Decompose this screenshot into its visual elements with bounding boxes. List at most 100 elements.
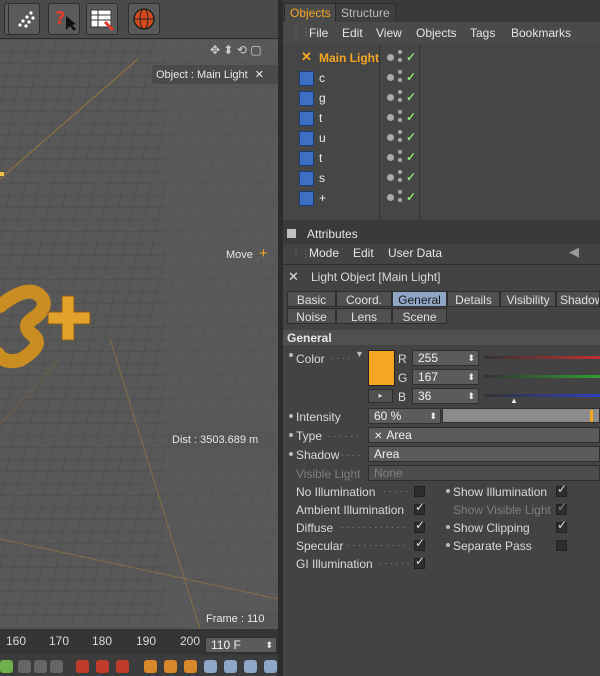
enabled-check-icon[interactable]: ✓ xyxy=(406,50,416,64)
anim-dot[interactable] xyxy=(446,543,450,547)
g-slider[interactable] xyxy=(484,375,600,378)
visible-light-dropdown[interactable]: None xyxy=(368,465,600,481)
next-frame-icon[interactable] xyxy=(34,660,47,673)
leader-dots: . . . . . xyxy=(383,484,409,495)
intensity-slider[interactable] xyxy=(442,408,600,423)
enabled-check-icon[interactable]: ✓ xyxy=(406,170,416,184)
tab-lens[interactable]: Lens xyxy=(336,308,392,324)
timeline-menu-icon[interactable] xyxy=(264,660,277,673)
maximize-icon[interactable]: ▢ xyxy=(250,43,261,57)
point-key-icon[interactable] xyxy=(244,660,257,673)
visibility-dots[interactable]: ✓ xyxy=(384,188,416,208)
visibility-dots[interactable]: ✓ xyxy=(384,168,416,188)
menu-objects[interactable]: Objects xyxy=(416,26,457,40)
enabled-check-icon[interactable]: ✓ xyxy=(406,90,416,104)
render-settings-icon[interactable] xyxy=(86,3,118,35)
stepper-icon[interactable]: ⬍ xyxy=(467,351,475,365)
viewport[interactable] xyxy=(0,39,278,629)
anim-dot[interactable] xyxy=(289,414,293,418)
leader-dots: . . . . xyxy=(331,351,351,362)
shadow-dropdown[interactable]: Area xyxy=(368,446,600,462)
move-key-icon[interactable] xyxy=(144,660,157,673)
anim-dot[interactable] xyxy=(289,433,293,437)
pla-key-icon[interactable] xyxy=(224,660,237,673)
3d-text-object[interactable] xyxy=(0,264,110,384)
enabled-check-icon[interactable]: ✓ xyxy=(406,70,416,84)
anim-dot[interactable] xyxy=(289,452,293,456)
intensity-field[interactable]: 60 % ⬍ xyxy=(368,408,441,424)
menu-tags[interactable]: Tags xyxy=(470,26,495,40)
menu-view[interactable]: View xyxy=(376,26,402,40)
record-icon[interactable] xyxy=(76,660,89,673)
go-to-end-icon[interactable] xyxy=(50,660,63,673)
enabled-check-icon[interactable]: ✓ xyxy=(406,130,416,144)
check-icon: ✓ xyxy=(557,482,568,496)
g-field[interactable]: 167 ⬍ xyxy=(412,369,479,385)
anim-dot[interactable] xyxy=(446,525,450,529)
color-picker-toggle[interactable]: ▸ xyxy=(368,389,393,403)
tab-basic[interactable]: Basic xyxy=(287,291,336,307)
b-field[interactable]: 36 ⬍ xyxy=(412,388,479,404)
visibility-dots[interactable]: ✓ xyxy=(384,88,416,108)
light-handle[interactable] xyxy=(0,172,4,176)
r-slider[interactable] xyxy=(484,356,600,359)
back-arrow-icon[interactable]: ◀ xyxy=(569,244,579,260)
menu-mode[interactable]: Mode xyxy=(309,246,339,260)
check-icon: ✓ xyxy=(415,554,426,568)
enabled-check-icon[interactable]: ✓ xyxy=(406,150,416,164)
tab-scene[interactable]: Scene xyxy=(392,308,447,324)
anim-dot[interactable] xyxy=(289,353,293,357)
r-field[interactable]: 255 ⬍ xyxy=(412,350,479,366)
zoom-icon[interactable]: ⬍ xyxy=(223,43,233,57)
param-key-icon[interactable] xyxy=(204,660,217,673)
help-cursor-icon[interactable]: ? xyxy=(48,3,80,35)
menu-edit[interactable]: Edit xyxy=(353,246,374,260)
scale-key-icon[interactable] xyxy=(164,660,177,673)
stepper-icon[interactable]: ⬍ xyxy=(467,389,475,403)
slider-marker-icon[interactable]: ▲ xyxy=(510,396,518,405)
object-title: Light Object [Main Light] xyxy=(311,270,441,284)
menu-bookmarks[interactable]: Bookmarks xyxy=(511,26,571,40)
ruler-tick: 200 xyxy=(180,634,201,648)
tab-objects[interactable]: Objects xyxy=(284,3,337,22)
b-slider[interactable] xyxy=(484,394,600,397)
rotate-icon[interactable]: ⟲ xyxy=(237,43,247,57)
intensity-slider-handle[interactable] xyxy=(590,410,593,422)
autokey-icon[interactable] xyxy=(96,660,109,673)
show-illumination-label: Show Illumination xyxy=(453,485,548,499)
play-icon[interactable] xyxy=(0,660,13,673)
pan-icon[interactable]: ✥ xyxy=(210,43,220,57)
tab-details[interactable]: Details xyxy=(447,291,500,307)
rotate-key-icon[interactable] xyxy=(184,660,197,673)
visibility-dots[interactable]: ✓ xyxy=(384,148,416,168)
stepper-icon[interactable]: ⬍ xyxy=(429,409,437,423)
keyframe-selection-icon[interactable] xyxy=(116,660,129,673)
anim-dot[interactable] xyxy=(446,489,450,493)
menu-file[interactable]: File xyxy=(309,26,328,40)
current-frame-field[interactable]: 110 F ⬍ xyxy=(205,637,277,653)
visibility-dots[interactable]: ✓ xyxy=(384,48,416,68)
menu-user-data[interactable]: User Data xyxy=(388,246,442,260)
visibility-dots[interactable]: ✓ xyxy=(384,108,416,128)
enabled-check-icon[interactable]: ✓ xyxy=(406,110,416,124)
tab-coord[interactable]: Coord. xyxy=(336,291,392,307)
visibility-dots[interactable]: ✓ xyxy=(384,68,416,88)
tab-structure[interactable]: Structure xyxy=(335,3,396,22)
stepper-icon[interactable]: ⬍ xyxy=(467,370,475,384)
visibility-dots[interactable]: ✓ xyxy=(384,128,416,148)
particle-tool-icon[interactable] xyxy=(8,3,40,35)
globe-icon[interactable] xyxy=(128,3,160,35)
no-illumination-checkbox[interactable] xyxy=(414,486,425,497)
tab-noise[interactable]: Noise xyxy=(287,308,336,324)
tab-general[interactable]: General xyxy=(392,291,447,307)
type-dropdown[interactable]: ✕ Area xyxy=(368,427,600,443)
menu-edit[interactable]: Edit xyxy=(342,26,363,40)
enabled-check-icon[interactable]: ✓ xyxy=(406,190,416,204)
separate-pass-checkbox[interactable] xyxy=(556,540,567,551)
color-swatch[interactable] xyxy=(368,350,395,386)
tab-shadow[interactable]: Shadow xyxy=(556,291,600,307)
type-label: Type xyxy=(296,429,323,443)
tab-visibility[interactable]: Visibility xyxy=(500,291,556,307)
expand-triangle-icon[interactable]: ▼ xyxy=(355,349,364,359)
step-forward-icon[interactable] xyxy=(18,660,31,673)
